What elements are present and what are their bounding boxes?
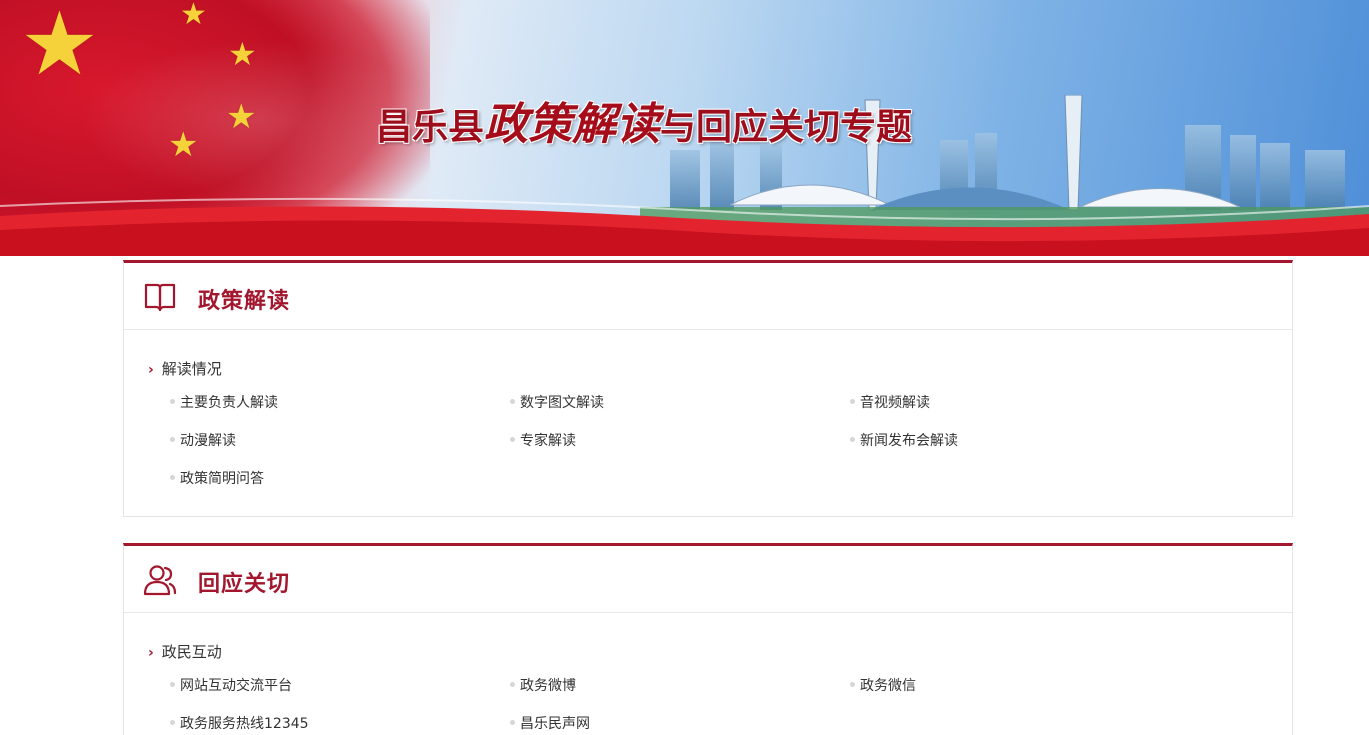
banner-title: 昌乐县政策解读与回应关切专题 [376, 99, 913, 150]
link-website-interaction-platform[interactable]: 网站互动交流平台 [170, 675, 292, 695]
chevron-right-icon: › [148, 645, 154, 661]
section-title: 政策解读 [198, 289, 291, 314]
link-changle-public-voice[interactable]: 昌乐民声网 [510, 713, 590, 733]
chevron-right-icon: › [148, 362, 154, 378]
section-title: 回应关切 [198, 572, 291, 597]
small-star-icon: ★ [228, 35, 257, 73]
subsection-heading: › 解读情况 [148, 360, 222, 378]
large-star-icon: ★ [20, 0, 99, 95]
link-digital-graphic-interpretation[interactable]: 数字图文解读 [510, 392, 604, 412]
red-ribbon-wave [0, 197, 1369, 256]
link-government-wechat[interactable]: 政务微信 [850, 675, 916, 695]
small-star-icon: ★ [168, 125, 199, 165]
link-service-hotline-12345[interactable]: 政务服务热线12345 [170, 713, 309, 733]
small-star-icon: ★ [180, 0, 207, 32]
subsection-heading: › 政民互动 [148, 643, 222, 661]
link-press-conference-interpretation[interactable]: 新闻发布会解读 [850, 430, 958, 450]
small-star-icon: ★ [226, 97, 257, 137]
users-icon [143, 565, 177, 596]
link-animation-interpretation[interactable]: 动漫解读 [170, 430, 236, 450]
link-leader-interpretation[interactable]: 主要负责人解读 [170, 392, 278, 412]
link-expert-interpretation[interactable]: 专家解读 [510, 430, 576, 450]
link-policy-qa[interactable]: 政策简明问答 [170, 468, 264, 488]
section-header: 政策解读 [124, 263, 1292, 330]
section-header: 回应关切 [124, 546, 1292, 613]
policy-interpretation-section: 政策解读 › 解读情况 主要负责人解读 数字图文解读 音视频解读 动漫解读 专家解… [123, 260, 1293, 517]
header-banner: ★ ★ ★ ★ ★ 昌乐县政策解读与回应关切专题 [0, 0, 1369, 256]
book-icon [144, 283, 176, 312]
link-audio-video-interpretation[interactable]: 音视频解读 [850, 392, 930, 412]
response-concerns-section: 回应关切 › 政民互动 网站互动交流平台 政务微博 政务微信 政务服务热线1234… [123, 543, 1293, 735]
link-government-weibo[interactable]: 政务微博 [510, 675, 576, 695]
